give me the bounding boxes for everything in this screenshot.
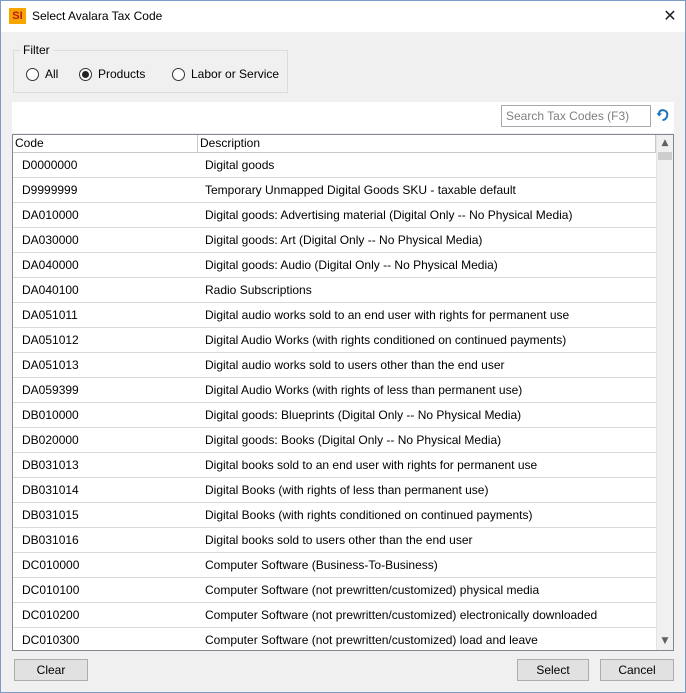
cell-description[interactable]: Digital goods: Audio (Digital Only -- No…: [198, 253, 656, 277]
table-row[interactable]: DA051013 Digital audio works sold to user…: [13, 353, 656, 378]
cell-code[interactable]: DC010300: [13, 628, 198, 650]
table-row[interactable]: DC010100 Computer Software (not prewritte…: [13, 578, 656, 603]
filter-groupbox: Filter All Products Labor or Service: [13, 44, 288, 93]
cell-code[interactable]: DB031015: [13, 503, 198, 527]
column-header-description[interactable]: Description: [198, 135, 656, 153]
table-row[interactable]: DB031015 Digital Books (with rights condi…: [13, 503, 656, 528]
cell-code[interactable]: DA040100: [13, 278, 198, 302]
table-row[interactable]: DA051011 Digital audio works sold to an e…: [13, 303, 656, 328]
cell-description[interactable]: Digital goods: [198, 153, 656, 177]
radio-products[interactable]: Products: [79, 66, 145, 82]
cell-description[interactable]: Digital goods: Art (Digital Only -- No P…: [198, 228, 656, 252]
search-input[interactable]: [501, 105, 651, 127]
title-bar[interactable]: SI Select Avalara Tax Code ✕: [1, 1, 685, 32]
cell-code[interactable]: DA040000: [13, 253, 198, 277]
radio-products-indicator[interactable]: [79, 67, 92, 81]
table-row[interactable]: D9999999 Temporary Unmapped Digital Goods…: [13, 178, 656, 203]
cell-description[interactable]: Digital books sold to users other than t…: [198, 528, 656, 552]
cell-code[interactable]: DA059399: [13, 378, 198, 402]
table-row[interactable]: DA030000 Digital goods: Art (Digital Only…: [13, 228, 656, 253]
close-button[interactable]: ✕: [655, 1, 685, 32]
cell-code[interactable]: DB031014: [13, 478, 198, 502]
cell-description[interactable]: Computer Software (not prewritten/custom…: [198, 603, 656, 627]
scroll-up-arrow-icon[interactable]: ▲: [657, 135, 673, 152]
table-row[interactable]: D0000000 Digital goods: [13, 153, 656, 178]
vertical-scrollbar[interactable]: ▲ ▼: [656, 135, 673, 650]
cell-description[interactable]: Computer Software (Business-To-Business): [198, 553, 656, 577]
table-row[interactable]: DC010200 Computer Software (not prewritte…: [13, 603, 656, 628]
cell-description[interactable]: Computer Software (not prewritten/custom…: [198, 628, 656, 650]
grid-header: Code Description: [13, 135, 673, 153]
cell-code[interactable]: D0000000: [13, 153, 198, 177]
app-logo-icon: SI: [9, 8, 26, 24]
cell-code[interactable]: DA051011: [13, 303, 198, 327]
clear-button[interactable]: Clear: [14, 659, 88, 681]
grid-rows: D0000000 Digital goods D9999999 Temporary U…: [13, 153, 656, 650]
cell-code[interactable]: DA051012: [13, 328, 198, 352]
cancel-button[interactable]: Cancel: [600, 659, 674, 681]
cell-description[interactable]: Digital Books (with rights conditioned o…: [198, 503, 656, 527]
cell-description[interactable]: Digital goods: Advertising material (Dig…: [198, 203, 656, 227]
cell-code[interactable]: DA010000: [13, 203, 198, 227]
table-row[interactable]: DA051012 Digital Audio Works (with rights…: [13, 328, 656, 353]
radio-products-label[interactable]: Products: [98, 67, 145, 81]
cell-code[interactable]: DB020000: [13, 428, 198, 452]
cell-description[interactable]: Digital audio works sold to an end user …: [198, 303, 656, 327]
cell-description[interactable]: Temporary Unmapped Digital Goods SKU - t…: [198, 178, 656, 202]
select-button[interactable]: Select: [517, 659, 589, 681]
radio-all-label[interactable]: All: [45, 67, 58, 81]
table-row[interactable]: DA010000 Digital goods: Advertising mater…: [13, 203, 656, 228]
cell-code[interactable]: DB010000: [13, 403, 198, 427]
cell-code[interactable]: DB031013: [13, 453, 198, 477]
table-row[interactable]: DC010300 Computer Software (not prewritte…: [13, 628, 656, 650]
table-row[interactable]: DB031014 Digital Books (with rights of le…: [13, 478, 656, 503]
tax-code-grid[interactable]: Code Description D0000000 Digital goods D9…: [12, 134, 674, 651]
radio-labor-label[interactable]: Labor or Service: [191, 67, 279, 81]
cell-description[interactable]: Digital Audio Works (with rights conditi…: [198, 328, 656, 352]
filter-legend: Filter: [20, 44, 53, 57]
cell-description[interactable]: Digital audio works sold to users other …: [198, 353, 656, 377]
cell-description[interactable]: Digital Books (with rights of less than …: [198, 478, 656, 502]
dialog-window: SI Select Avalara Tax Code ✕ Filter All …: [0, 0, 686, 693]
cell-description[interactable]: Digital goods: Books (Digital Only -- No…: [198, 428, 656, 452]
scroll-down-arrow-icon[interactable]: ▼: [657, 633, 673, 650]
table-row[interactable]: DA040000 Digital goods: Audio (Digital On…: [13, 253, 656, 278]
cell-code[interactable]: DA030000: [13, 228, 198, 252]
cell-code[interactable]: DC010200: [13, 603, 198, 627]
cell-description[interactable]: Digital books sold to an end user with r…: [198, 453, 656, 477]
radio-all[interactable]: All: [26, 66, 58, 82]
cell-code[interactable]: DB031016: [13, 528, 198, 552]
cell-code[interactable]: DA051013: [13, 353, 198, 377]
cell-description[interactable]: Radio Subscriptions: [198, 278, 656, 302]
cell-description[interactable]: Digital Audio Works (with rights of less…: [198, 378, 656, 402]
refresh-icon[interactable]: [655, 107, 671, 123]
cell-code[interactable]: D9999999: [13, 178, 198, 202]
radio-all-indicator[interactable]: [26, 67, 39, 81]
table-row[interactable]: DC010000 Computer Software (Business-To-B…: [13, 553, 656, 578]
cell-description[interactable]: Computer Software (not prewritten/custom…: [198, 578, 656, 602]
column-header-code[interactable]: Code: [13, 135, 198, 153]
table-row[interactable]: DB020000 Digital goods: Books (Digital On…: [13, 428, 656, 453]
table-row[interactable]: DA059399 Digital Audio Works (with rights…: [13, 378, 656, 403]
radio-labor-indicator[interactable]: [172, 67, 185, 81]
table-row[interactable]: DB031013 Digital books sold to an end use…: [13, 453, 656, 478]
cell-description[interactable]: Digital goods: Blueprints (Digital Only …: [198, 403, 656, 427]
cell-code[interactable]: DC010000: [13, 553, 198, 577]
cell-code[interactable]: DC010100: [13, 578, 198, 602]
radio-labor-or-service[interactable]: Labor or Service: [172, 66, 279, 82]
dialog-title: Select Avalara Tax Code: [32, 9, 163, 23]
scrollbar-thumb[interactable]: [658, 152, 672, 160]
table-row[interactable]: DA040100 Radio Subscriptions: [13, 278, 656, 303]
table-row[interactable]: DB031016 Digital books sold to users othe…: [13, 528, 656, 553]
table-row[interactable]: DB010000 Digital goods: Blueprints (Digit…: [13, 403, 656, 428]
